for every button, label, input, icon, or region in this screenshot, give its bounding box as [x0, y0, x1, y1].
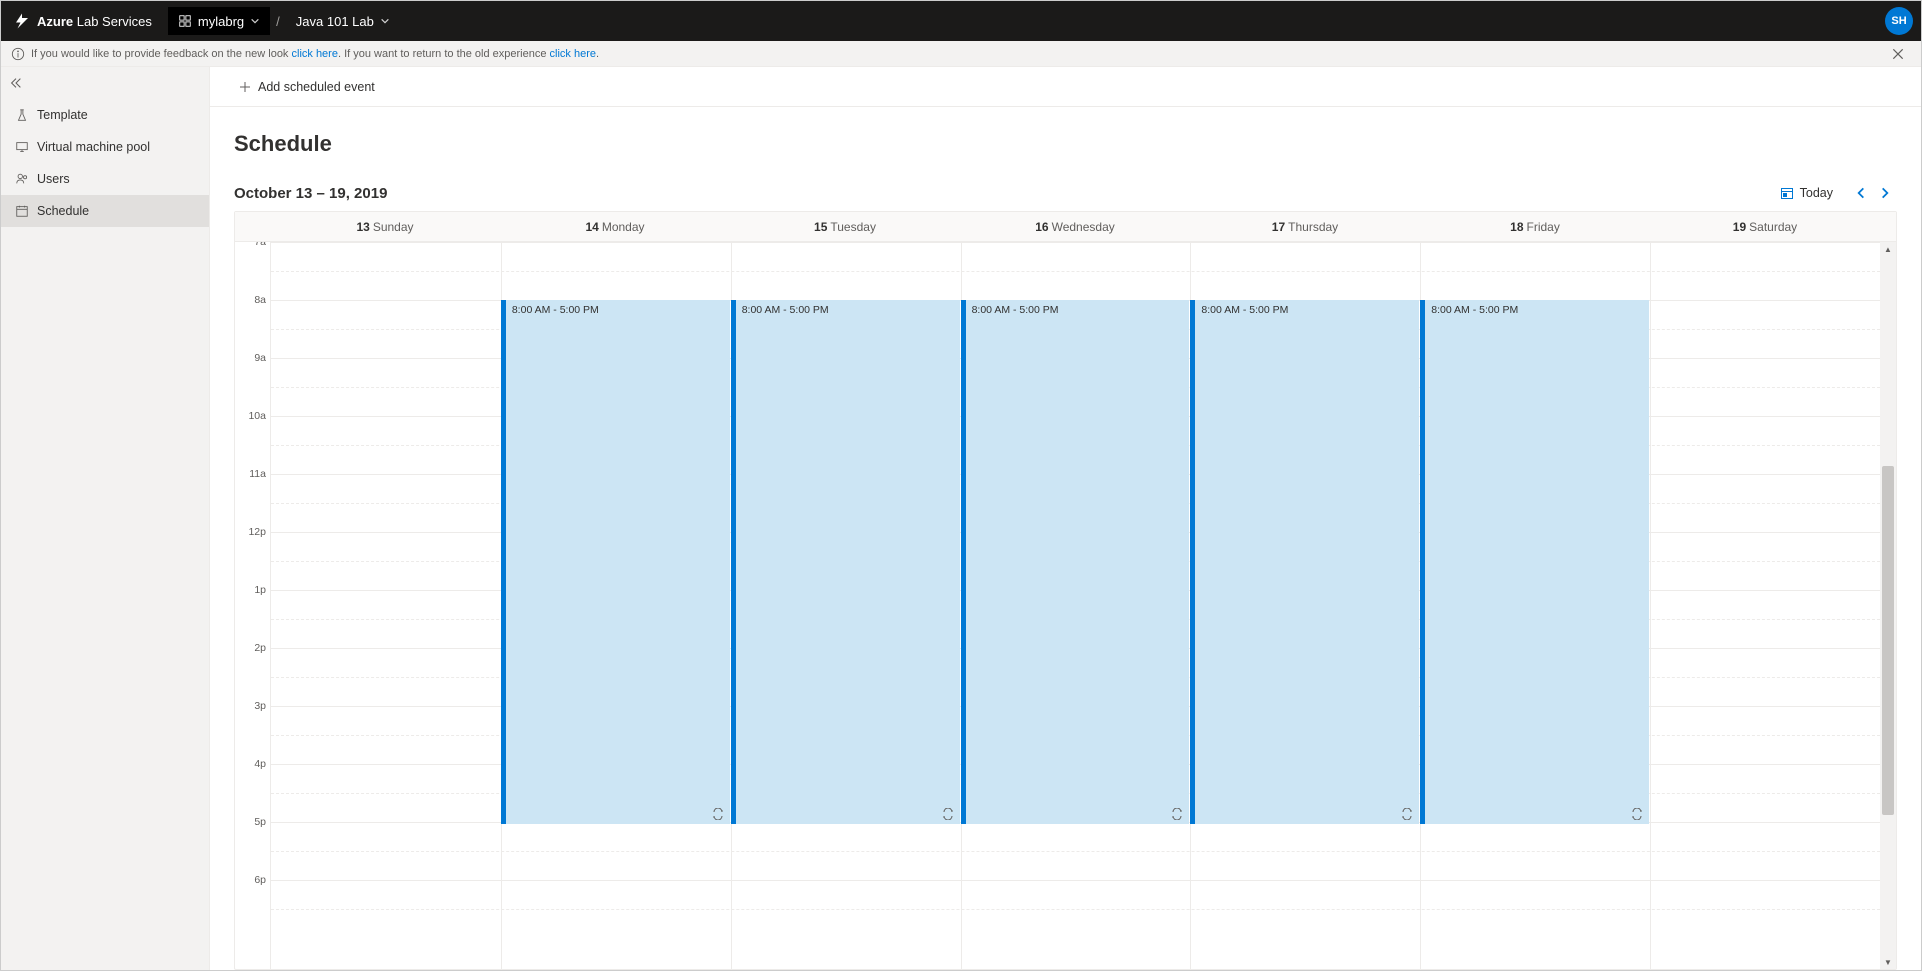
- scheduled-event[interactable]: 8:00 AM - 5:00 PM: [731, 300, 960, 824]
- time-gutter: 7a 8a 9a 10a 11a 12p 1p 2p 3p 4p 5p 6p: [235, 242, 270, 969]
- event-time-label: 8:00 AM - 5:00 PM: [972, 304, 1059, 316]
- hour-label: 8a: [254, 294, 266, 306]
- users-icon: [15, 172, 29, 186]
- info-bar: If you would like to provide feedback on…: [1, 41, 1921, 67]
- hour-label: 5p: [254, 816, 266, 828]
- info-text: If you would like to provide feedback on…: [31, 48, 599, 60]
- sidebar-item-label: Schedule: [37, 204, 89, 218]
- chevron-down-icon: [380, 16, 390, 26]
- sidebar: Template Virtual machine pool Users Sche…: [1, 67, 210, 970]
- sidebar-item-vmpool[interactable]: Virtual machine pool: [1, 131, 209, 163]
- day-header-sat: 19Saturday: [1650, 212, 1880, 241]
- sidebar-item-schedule[interactable]: Schedule: [1, 195, 209, 227]
- prev-week-button[interactable]: [1849, 181, 1873, 205]
- breadcrumb-rg-label: mylabrg: [198, 14, 244, 29]
- calendar-header: October 13 – 19, 2019 Today: [234, 181, 1897, 205]
- chevron-double-left-icon: [9, 76, 23, 90]
- date-range: October 13 – 19, 2019: [234, 185, 387, 202]
- scroll-down-button[interactable]: ▼: [1880, 955, 1896, 969]
- sidebar-item-label: Users: [37, 172, 70, 186]
- day-header-sun: 13Sunday: [270, 212, 500, 241]
- close-icon[interactable]: [1891, 47, 1905, 61]
- page-title: Schedule: [234, 131, 1897, 157]
- calendar-grid[interactable]: 8:00 AM - 5:00 PM 8:00 AM - 5:00 PM 8:00 A…: [270, 242, 1880, 969]
- next-week-button[interactable]: [1873, 181, 1897, 205]
- day-header-fri: 18Friday: [1420, 212, 1650, 241]
- hour-label: 10a: [248, 410, 266, 422]
- info-icon: [11, 47, 25, 61]
- top-bar: Azure Lab Services mylabrg / Java 101 La…: [1, 1, 1921, 41]
- scheduled-event[interactable]: 8:00 AM - 5:00 PM: [1420, 300, 1649, 824]
- add-scheduled-event-button[interactable]: Add scheduled event: [234, 72, 379, 102]
- calendar: 13Sunday 14Monday 15Tuesday 16Wednesday …: [234, 211, 1897, 970]
- chevron-right-icon: [1878, 186, 1892, 200]
- hour-label: 11a: [249, 468, 266, 480]
- main-panel: Add scheduled event Schedule October 13 …: [210, 67, 1921, 970]
- user-avatar[interactable]: SH: [1885, 7, 1913, 35]
- recurring-icon: [1401, 808, 1413, 820]
- hour-label: 4p: [254, 758, 266, 770]
- brand-bold: Azure: [37, 14, 73, 29]
- event-time-label: 8:00 AM - 5:00 PM: [512, 304, 599, 316]
- recurring-icon: [1631, 808, 1643, 820]
- monitor-icon: [15, 140, 29, 154]
- brand-rest: Lab Services: [77, 14, 152, 29]
- scheduled-event[interactable]: 8:00 AM - 5:00 PM: [961, 300, 1190, 824]
- hour-label: 6p: [254, 874, 266, 886]
- plus-icon: [238, 80, 252, 94]
- day-header-thu: 17Thursday: [1190, 212, 1420, 241]
- sidebar-item-template[interactable]: Template: [1, 99, 209, 131]
- calendar-scrollbar[interactable]: ▲ ▼: [1880, 242, 1896, 969]
- command-bar: Add scheduled event: [210, 67, 1921, 107]
- feedback-link[interactable]: click here: [292, 48, 338, 60]
- breadcrumb-lab-label: Java 101 Lab: [296, 14, 374, 29]
- chevron-down-icon: [250, 16, 260, 26]
- scrollbar-thumb[interactable]: [1882, 466, 1894, 816]
- hour-label: 3p: [254, 700, 266, 712]
- day-header-row: 13Sunday 14Monday 15Tuesday 16Wednesday …: [235, 212, 1896, 242]
- sidebar-item-label: Template: [37, 108, 88, 122]
- event-time-label: 8:00 AM - 5:00 PM: [742, 304, 829, 316]
- calendar-grid-wrap: 7a 8a 9a 10a 11a 12p 1p 2p 3p 4p 5p 6p 8:00 AM - 5:…: [235, 242, 1896, 969]
- hour-label: 2p: [254, 642, 266, 654]
- event-time-label: 8:00 AM - 5:00 PM: [1431, 304, 1518, 316]
- sidebar-item-users[interactable]: Users: [1, 163, 209, 195]
- recurring-icon: [942, 808, 954, 820]
- hour-label: 7a: [254, 242, 266, 248]
- day-header-tue: 15Tuesday: [730, 212, 960, 241]
- scheduled-event[interactable]: 8:00 AM - 5:00 PM: [1190, 300, 1419, 824]
- brand-logo[interactable]: Azure Lab Services: [13, 12, 152, 30]
- chevron-left-icon: [1854, 186, 1868, 200]
- recurring-icon: [1171, 808, 1183, 820]
- day-header-mon: 14Monday: [500, 212, 730, 241]
- breadcrumb-separator: /: [270, 14, 286, 29]
- hour-label: 1p: [254, 584, 266, 596]
- add-button-label: Add scheduled event: [258, 80, 375, 94]
- breadcrumb-lab[interactable]: Java 101 Lab: [286, 7, 400, 35]
- day-header-wed: 16Wednesday: [960, 212, 1190, 241]
- breadcrumb-resource-group[interactable]: mylabrg: [168, 7, 270, 35]
- scroll-up-button[interactable]: ▲: [1880, 242, 1896, 256]
- hour-label: 12p: [248, 526, 266, 538]
- today-button[interactable]: Today: [1774, 182, 1839, 204]
- recurring-icon: [712, 808, 724, 820]
- calendar-today-icon: [1780, 186, 1794, 200]
- scheduled-event[interactable]: 8:00 AM - 5:00 PM: [501, 300, 730, 824]
- resource-group-icon: [178, 14, 192, 28]
- old-experience-link[interactable]: click here: [550, 48, 596, 60]
- hour-label: 9a: [254, 352, 266, 364]
- flask-icon: [15, 108, 29, 122]
- sidebar-item-label: Virtual machine pool: [37, 140, 150, 154]
- collapse-sidebar-button[interactable]: [1, 67, 209, 99]
- event-time-label: 8:00 AM - 5:00 PM: [1201, 304, 1288, 316]
- calendar-icon: [15, 204, 29, 218]
- today-label: Today: [1800, 186, 1833, 200]
- azure-icon: [13, 12, 31, 30]
